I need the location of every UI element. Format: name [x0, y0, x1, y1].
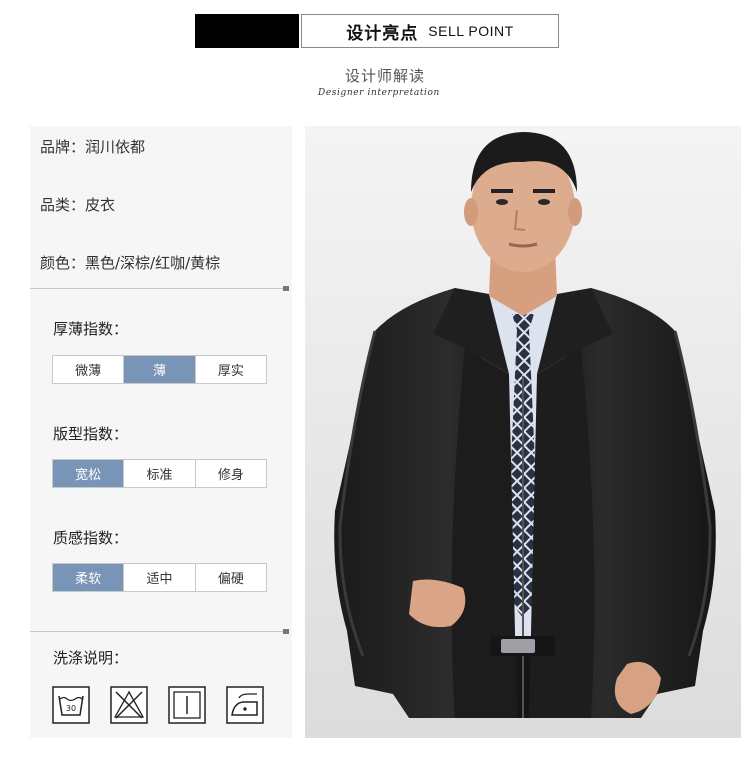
- header-black-block: [195, 14, 299, 48]
- texture-option-hard[interactable]: 偏硬: [196, 564, 266, 591]
- fit-selector: 宽松 标准 修身: [52, 459, 267, 488]
- iron-low-icon: [226, 686, 264, 724]
- divider-end-mark: [283, 629, 289, 634]
- no-bleach-icon: [110, 686, 148, 724]
- header-title-box: 设计亮点 SELL POINT: [301, 14, 559, 48]
- divider-end-mark: [283, 286, 289, 291]
- header-title-cn: 设计亮点: [346, 23, 419, 44]
- fit-option-standard[interactable]: 标准: [124, 460, 196, 487]
- brand-info: 品牌：润川依都: [40, 138, 146, 156]
- thickness-option-slightly-thin[interactable]: 微薄: [53, 356, 125, 383]
- texture-option-medium[interactable]: 适中: [124, 564, 196, 591]
- divider: [30, 288, 289, 289]
- product-photo: [305, 126, 741, 738]
- thickness-selector: 微薄 薄 厚实: [52, 355, 267, 384]
- subtitle-cn: 设计师解读: [344, 67, 425, 85]
- thickness-option-thin[interactable]: 薄: [124, 356, 196, 383]
- subtitle-en: Designer interpretation: [318, 88, 440, 98]
- thickness-option-thick[interactable]: 厚实: [196, 356, 266, 383]
- texture-option-soft[interactable]: 柔软: [53, 564, 125, 591]
- fit-option-loose[interactable]: 宽松: [53, 460, 125, 487]
- thickness-label: 厚薄指数：: [53, 320, 129, 338]
- header-title-en: SELL POINT: [428, 23, 514, 39]
- fit-option-slim[interactable]: 修身: [196, 460, 266, 487]
- hang-dry-icon: [168, 686, 206, 724]
- category-info: 品类：皮衣: [40, 196, 116, 214]
- color-info: 颜色：黑色/深棕/红咖/黄棕: [40, 254, 221, 272]
- divider: [30, 631, 289, 632]
- texture-label: 质感指数：: [53, 529, 129, 547]
- wash-temp-text: 30: [66, 704, 76, 713]
- texture-selector: 柔软 适中 偏硬: [52, 563, 267, 592]
- wash-30-icon: 30: [52, 686, 90, 724]
- fit-label: 版型指数：: [53, 425, 129, 443]
- washing-label: 洗涤说明：: [53, 649, 129, 667]
